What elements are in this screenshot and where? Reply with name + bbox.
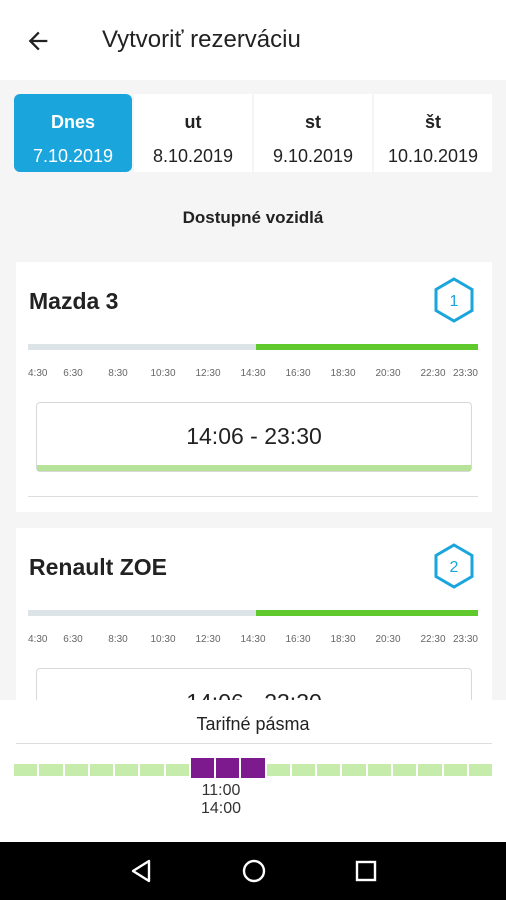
timeline-tick-label: 16:30 [285, 634, 311, 645]
vehicle-number: 1 [450, 293, 459, 310]
tariff-zones-panel: Tarifné pásma 11:00 14:00 [0, 700, 506, 842]
tariff-segment [317, 764, 341, 776]
tariff-segment [140, 764, 164, 776]
tariff-segment [418, 764, 442, 776]
day-name: Dnes [50, 112, 95, 132]
timeline-tick-label: 12:30 [195, 368, 221, 379]
arrow-back-icon[interactable] [24, 27, 52, 55]
tariff-segment-peak [190, 758, 215, 778]
tariff-segment [165, 764, 189, 776]
timeline-tick-label: 23:30 [452, 634, 478, 645]
tariff-segment-peak [241, 758, 265, 778]
timeline-tick-label: 4:30 [28, 634, 48, 645]
reservation-time-box[interactable]: 14:06 - 23:30 [36, 668, 472, 700]
system-nav-bar [0, 842, 506, 900]
day-tab-tuesday[interactable]: ut 8.10.2019 [134, 94, 252, 172]
timeline-tick-label: 22:30 [420, 368, 446, 379]
timeline-tick-label: 10:30 [150, 634, 176, 645]
tariff-segment [115, 764, 139, 776]
day-name: ut [184, 112, 202, 132]
tariff-segment [392, 764, 417, 776]
tariff-segment [39, 764, 63, 776]
nav-home-icon[interactable] [240, 857, 268, 885]
timeline-ticks: 4:30 6:30 8:30 10:30 12:30 14:30 16:30 18:30 20:… [28, 368, 478, 382]
tariff-segment [89, 764, 114, 776]
card-divider [28, 496, 478, 497]
day-date: 9.10.2019 [272, 146, 354, 166]
timeline-tick-label: 18:30 [330, 368, 356, 379]
reservation-time-text: 14:06 - 23:30 [37, 689, 471, 700]
timeline-tick-label: 22:30 [420, 634, 446, 645]
tariff-segment [266, 764, 290, 776]
vehicle-number-hex-icon: 1 [434, 277, 474, 323]
peak-time-range: 11:00 14:00 [176, 782, 266, 818]
tariff-segment [291, 764, 316, 776]
nav-recents-icon[interactable] [352, 857, 380, 885]
day-tab-thursday[interactable]: št 10.10.2019 [374, 94, 492, 172]
tariff-segment [367, 764, 391, 776]
time-underline [37, 465, 471, 471]
tariff-segment [14, 764, 38, 776]
vehicle-card-1[interactable]: Mazda 3 1 4:30 6:30 8:30 10:30 12:30 14:30 16:… [16, 262, 492, 512]
tariff-zones-title: Tarifné pásma [196, 714, 310, 734]
timeline-tick-label: 4:30 [28, 368, 48, 379]
timeline-tick-label: 16:30 [285, 368, 311, 379]
timeline-tick-label: 6:30 [63, 634, 83, 645]
timeline-tick-label: 14:30 [240, 368, 266, 379]
reservation-time-text: 14:06 - 23:30 [186, 423, 322, 449]
timeline-tick-label: 20:30 [375, 368, 401, 379]
day-name: st [304, 112, 321, 132]
tariff-segment-peak [216, 758, 240, 778]
timeline-tick-label: 8:30 [108, 368, 128, 379]
timeline-tick-label: 20:30 [375, 634, 401, 645]
timeline-tick-label: 8:30 [108, 634, 128, 645]
available-vehicles-heading: Dostupné vozidlá [182, 208, 324, 227]
availability-timeline [28, 344, 478, 350]
vehicle-name: Renault ZOE [29, 554, 168, 580]
tariff-segment [342, 764, 366, 776]
day-tab-today[interactable]: Dnes 7.10.2019 [14, 94, 132, 172]
timeline-ticks: 4:30 6:30 8:30 10:30 12:30 14:30 16:30 18:30 20:… [28, 634, 478, 648]
tariff-segment [64, 764, 88, 776]
reservation-time-box[interactable]: 14:06 - 23:30 [36, 402, 472, 472]
tariff-segments [14, 758, 493, 778]
timeline-tick-label: 12:30 [195, 634, 221, 645]
day-tab-wednesday[interactable]: st 9.10.2019 [254, 94, 372, 172]
timeline-tick-label: 6:30 [63, 368, 83, 379]
day-name: št [424, 112, 441, 132]
timeline-tick-label: 23:30 [452, 368, 478, 379]
peak-end-time: 14:00 [200, 800, 242, 817]
app-bar: Vytvoriť rezerváciu [0, 0, 506, 80]
page-title: Vytvoriť rezerváciu [102, 26, 301, 53]
timeline-tick-label: 14:30 [240, 634, 266, 645]
tariff-segment [443, 764, 467, 776]
day-date: 7.10.2019 [32, 146, 114, 166]
availability-segment [255, 610, 478, 616]
timeline-tick-label: 10:30 [150, 368, 176, 379]
tariff-divider [16, 743, 492, 744]
nav-back-icon[interactable] [128, 857, 156, 885]
tariff-segment [468, 764, 493, 776]
vehicle-name: Mazda 3 [29, 288, 119, 314]
availability-segment [255, 344, 478, 350]
vehicle-number-hex-icon: 2 [434, 543, 474, 589]
day-date: 8.10.2019 [152, 146, 234, 166]
peak-start-time: 11:00 [201, 782, 241, 799]
day-selector: Dnes 7.10.2019 ut 8.10.2019 st 9.10.2019… [14, 94, 492, 172]
vehicle-number: 2 [450, 559, 459, 576]
timeline-tick-label: 18:30 [330, 634, 356, 645]
day-date: 10.10.2019 [387, 146, 479, 166]
vehicle-card-2[interactable]: Renault ZOE 2 4:30 6:30 8:30 10:30 12:30 14:3… [16, 528, 492, 700]
availability-timeline [28, 610, 478, 616]
